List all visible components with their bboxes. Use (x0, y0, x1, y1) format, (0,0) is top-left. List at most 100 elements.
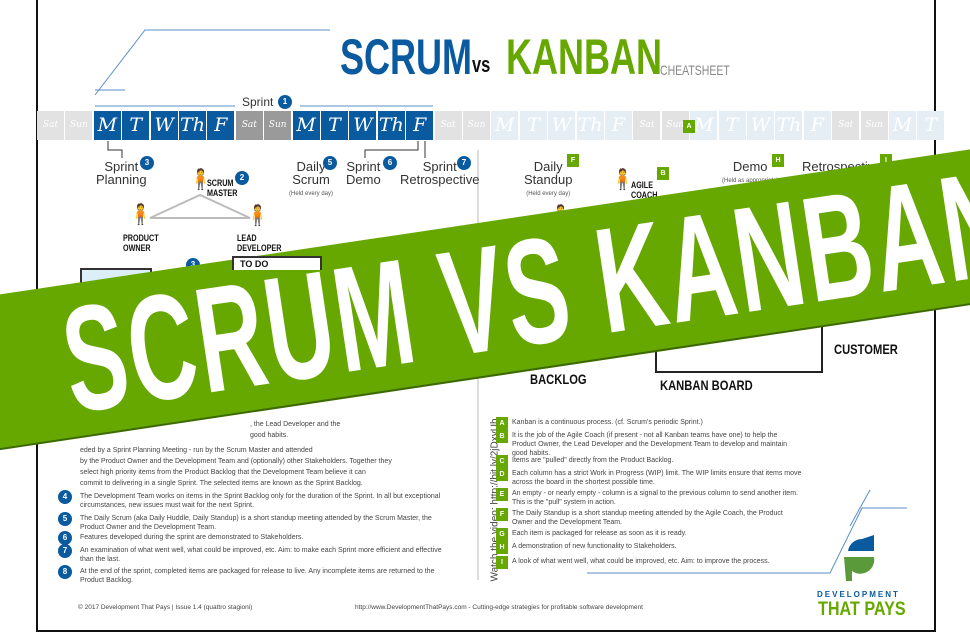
note-line: select high priority items from the Prod… (80, 469, 366, 476)
customer-label: CUSTOMER (834, 341, 898, 357)
day-cell: Sat (434, 111, 462, 140)
day-cell: Th (775, 111, 803, 140)
note-line: by the Product Owner and the Development… (80, 458, 392, 465)
badge: D (496, 468, 508, 481)
badge: 6 (58, 531, 72, 545)
note-item: An empty - or nearly empty - column is a… (512, 490, 798, 506)
scrum-master-role: SCRUM MASTER (207, 178, 237, 198)
role-line: DEVELOPER (237, 243, 282, 253)
role-line: LEAD (237, 233, 257, 243)
note-line: commit to delivering in a single Sprint.… (80, 480, 363, 487)
day-cell: Sat (235, 111, 263, 140)
label-line: Demo (346, 172, 381, 187)
note-item: A look of what went well, what could be … (512, 558, 770, 565)
day-cell: Th (576, 111, 604, 140)
backlog-label: BACKLOG (530, 371, 587, 387)
day-cell: W (150, 111, 178, 140)
day-cell: T (122, 111, 150, 140)
badge: B (496, 430, 508, 443)
sprint-label: Sprint (240, 95, 276, 109)
day-cell: Sat (832, 111, 860, 140)
day-cell: F (803, 111, 831, 140)
logo-text-top: DEVELOPMENT (817, 590, 900, 599)
stick-figure-icon: 🧍 (128, 204, 153, 226)
title-cheatsheet: CHEATSHEET (660, 62, 730, 78)
role-line: MASTER (207, 188, 238, 198)
note-item: At the end of the sprint, completed item… (80, 568, 435, 584)
day-cell: Sun (463, 111, 490, 140)
role-line: OWNER (123, 243, 151, 253)
badge: B (657, 167, 669, 180)
note-item: It is the job of the Agile Coach (if pre… (512, 432, 787, 457)
badge: 4 (58, 490, 72, 504)
day-cell: M (93, 111, 121, 140)
kanban-board-label: KANBAN BOARD (660, 377, 753, 393)
note-item: Items are "pulled" directly from the Pro… (512, 457, 674, 464)
day-cell: T (321, 111, 348, 140)
badge: 7 (58, 544, 72, 558)
badge: I (496, 556, 508, 569)
todo-board-sketch: TO DO (232, 256, 322, 270)
badge: 5 (323, 156, 337, 170)
label-line: Planning (96, 172, 147, 187)
label-line: Retrospective (400, 172, 480, 187)
badge: 5 (58, 512, 72, 526)
day-cell: Sun (860, 111, 888, 140)
copyright: © 2017 Development That Pays | Issue 1.4… (78, 604, 253, 611)
stick-figure-icon: 🧍 (245, 205, 270, 227)
day-cell: M (292, 111, 320, 140)
day-cell: Sun (65, 111, 93, 140)
day-cell: Sat (633, 111, 661, 140)
role-line: SCRUM (207, 178, 234, 188)
lead-developer-role: LEAD DEVELOPER (237, 233, 281, 253)
note-item: The Daily Standup is a short standup mee… (512, 510, 783, 526)
title-vs: vs (472, 52, 491, 77)
note: (Held every day) (289, 191, 334, 197)
day-cell: T (917, 111, 945, 140)
role-line: AGILE (631, 180, 654, 190)
day-cell: F (406, 111, 434, 140)
badge: F (567, 154, 579, 167)
badge: G (496, 528, 508, 541)
badge: 3 (140, 156, 154, 170)
badge: H (772, 154, 784, 167)
sprint-badge: 1 (278, 95, 292, 109)
role-line: PRODUCT (123, 233, 159, 243)
badge: H (496, 541, 508, 554)
logo-icon (842, 533, 878, 588)
badge: 8 (58, 565, 72, 579)
day-cell: Th (377, 111, 405, 140)
footer-url[interactable]: http://www.DevelopmentThatPays.com - Cut… (355, 604, 643, 611)
label-line: Demo (732, 159, 768, 174)
product-owner-role: PRODUCT OWNER (123, 233, 159, 253)
day-cell: M (889, 111, 916, 140)
title-kanban: KANBAN (506, 29, 662, 85)
badge: E (496, 488, 508, 501)
label-line: Scrum (292, 172, 330, 187)
badge: 7 (457, 156, 471, 170)
label-line: Standup (524, 172, 573, 187)
day-cell: M (491, 111, 519, 140)
day-cell: Sun (264, 111, 292, 140)
badge: C (496, 455, 508, 468)
day-cell: T (519, 111, 547, 140)
badge: 6 (383, 156, 397, 170)
sprint-demo-label: Sprint Demo (346, 160, 381, 186)
note-item: Each item is packaged for release as soo… (512, 530, 687, 537)
day-cell: F (207, 111, 235, 140)
note-item: Kanban is a continuous process. (cf. Scr… (512, 419, 703, 426)
day-cell: Th (179, 111, 206, 140)
title-scrum: SCRUM (340, 29, 472, 85)
badge: A (496, 417, 508, 430)
logo-text-bottom: THAT PAYS (818, 599, 906, 620)
note-item: An examination of what went well, what c… (80, 547, 442, 563)
day-cell: F (605, 111, 632, 140)
note-line: eded by a Sprint Planning Meeting - run … (80, 447, 313, 454)
daily-standup-label: Daily Standup (Held every day) (524, 160, 572, 201)
day-cell: Sat (37, 111, 64, 140)
badge: A (683, 120, 695, 133)
note-item: The Daily Scrum (aka Daily Huddle, Daily… (80, 515, 432, 531)
badge: 2 (235, 171, 249, 185)
sprint-planning-label: Sprint Planning (96, 160, 147, 186)
day-cell: W (747, 111, 774, 140)
